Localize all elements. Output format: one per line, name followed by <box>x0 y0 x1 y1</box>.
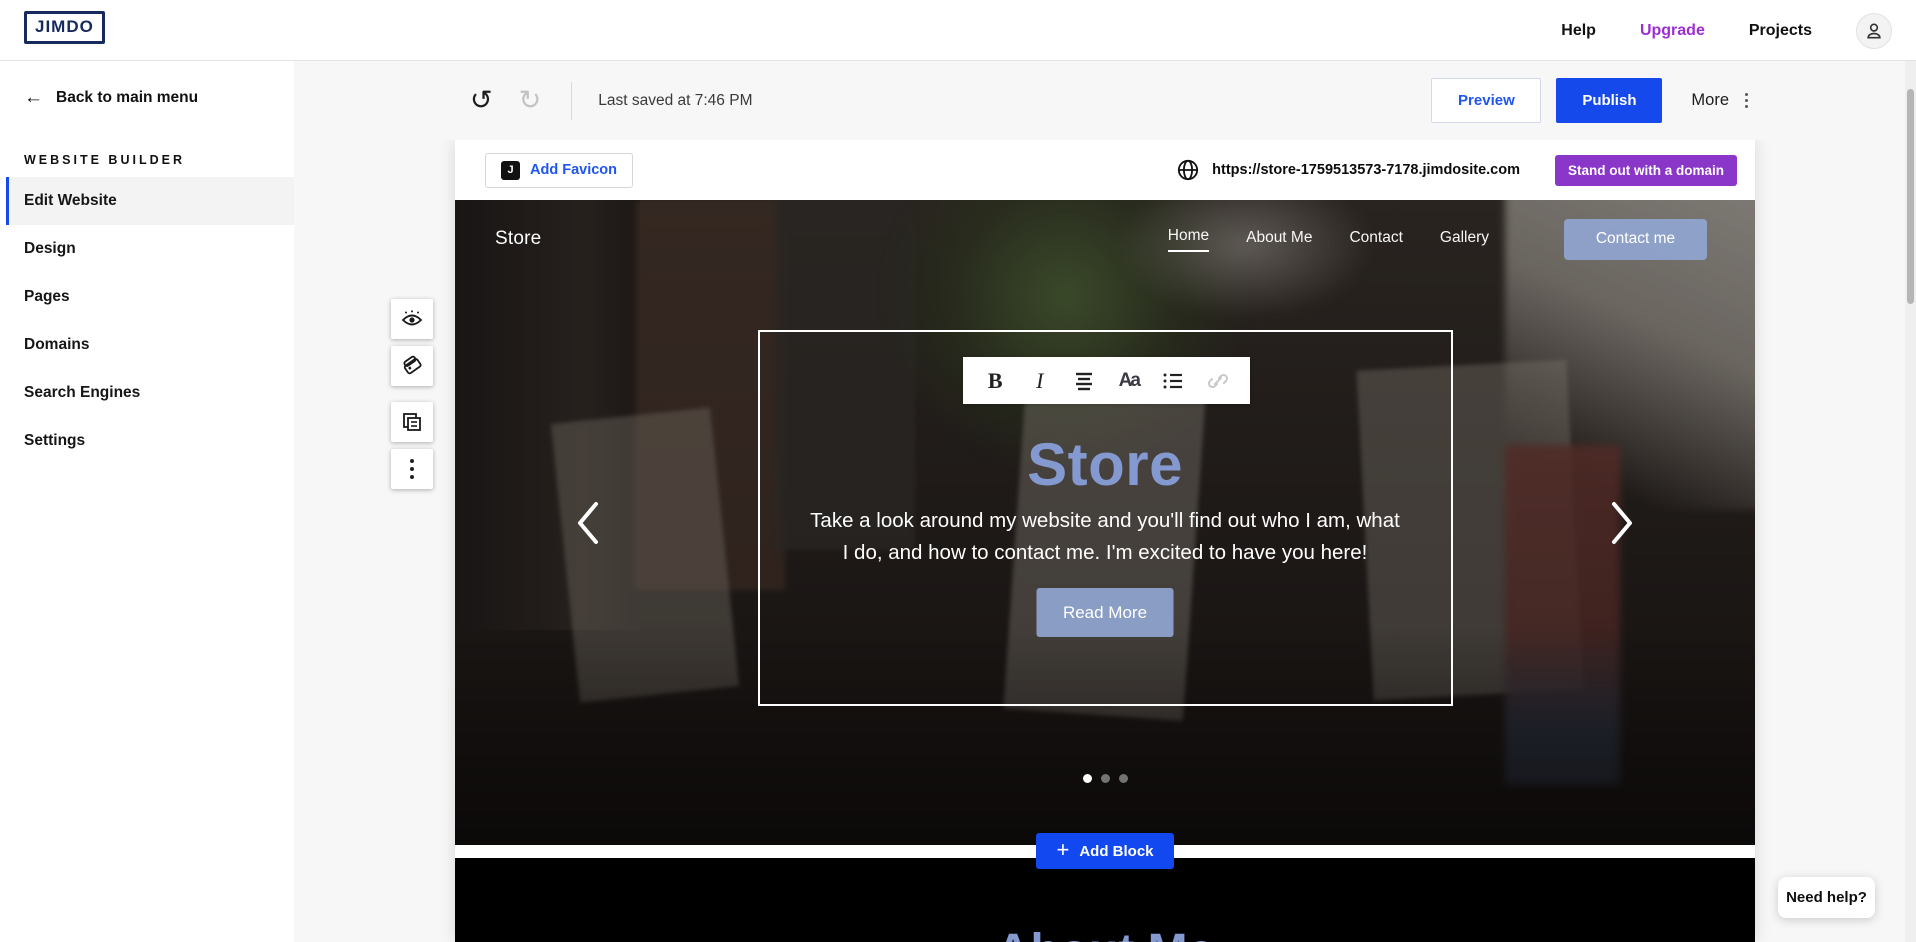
font-style-button[interactable]: Aa <box>1112 364 1146 398</box>
nav-link-contact[interactable]: Contact <box>1349 229 1402 249</box>
sidebar-item-search-engines[interactable]: Search Engines <box>0 369 294 417</box>
toolbar-divider <box>571 82 572 120</box>
site-url-row: https://store-1759513573-7178.jimdosite.… <box>1177 155 1737 186</box>
carousel-dots <box>455 774 1755 783</box>
site-nav: Store Home About Me Contact Gallery Cont… <box>455 200 1755 278</box>
about-me-section[interactable]: About Me <box>455 858 1755 942</box>
back-arrow-icon: ← <box>24 87 43 109</box>
nav-link-home[interactable]: Home <box>1168 227 1209 252</box>
text-format-toolbar: B I Aa <box>963 357 1250 404</box>
contact-me-button[interactable]: Contact me <box>1564 219 1707 260</box>
carousel-next-icon[interactable] <box>1609 500 1635 551</box>
site-brand[interactable]: Store <box>495 228 541 250</box>
eye-icon <box>400 307 424 331</box>
carousel-dot-3[interactable] <box>1119 774 1128 783</box>
kebab-icon <box>410 459 414 479</box>
sidebar-item-domains[interactable]: Domains <box>0 321 294 369</box>
editor-toolbar: ↺ ↻ Last saved at 7:46 PM Preview Publis… <box>294 61 1916 140</box>
sidebar-item-design[interactable]: Design <box>0 225 294 273</box>
sidebar-item-pages[interactable]: Pages <box>0 273 294 321</box>
block-more-options-button[interactable] <box>391 449 433 489</box>
design-swatches-icon <box>400 354 424 378</box>
add-favicon-button[interactable]: J Add Favicon <box>485 153 633 188</box>
bullet-list-icon <box>1162 372 1184 390</box>
projects-link[interactable]: Projects <box>1749 22 1812 40</box>
plus-icon: + <box>1056 839 1069 861</box>
preview-button[interactable]: Preview <box>1431 78 1541 123</box>
app-header: JIMDO Help Upgrade Projects <box>0 0 1916 61</box>
favicon-placeholder-icon: J <box>501 161 520 180</box>
account-avatar[interactable] <box>1856 13 1892 49</box>
toolbar-actions: Preview Publish More <box>1431 61 1748 140</box>
back-to-main-menu[interactable]: ← Back to main menu <box>0 61 294 109</box>
carousel-dot-1[interactable] <box>1083 774 1092 783</box>
block-design-button[interactable] <box>391 346 433 386</box>
list-button[interactable] <box>1156 364 1190 398</box>
align-center-icon <box>1073 371 1095 391</box>
scrollbar-thumb[interactable] <box>1907 89 1914 304</box>
undo-icon[interactable]: ↺ <box>470 87 493 114</box>
jimdo-logo[interactable]: JIMDO <box>24 11 105 44</box>
kebab-icon <box>1745 93 1748 108</box>
globe-icon <box>1177 159 1199 181</box>
page-scrollbar[interactable] <box>1905 61 1916 942</box>
jimdo-website-builder: JIMDO Help Upgrade Projects ← Back to ma… <box>0 0 1916 942</box>
need-help-button[interactable]: Need help? <box>1778 877 1875 918</box>
nav-link-about-me[interactable]: About Me <box>1246 229 1312 249</box>
sidebar: ← Back to main menu WEBSITE BUILDER Edit… <box>0 61 294 942</box>
site-nav-links: Home About Me Contact Gallery Contact me <box>1168 219 1707 260</box>
align-center-button[interactable] <box>1067 364 1101 398</box>
add-block-button[interactable]: + Add Block <box>1036 833 1174 869</box>
sidebar-item-edit-website[interactable]: Edit Website <box>6 177 294 225</box>
help-link[interactable]: Help <box>1561 22 1596 40</box>
about-me-heading: About Me <box>455 924 1755 942</box>
carousel-prev-icon[interactable] <box>575 500 601 551</box>
nav-link-gallery[interactable]: Gallery <box>1440 229 1489 249</box>
hide-block-button[interactable] <box>391 299 433 339</box>
site-topbar: J Add Favicon https://store-1759513573-7… <box>455 140 1755 200</box>
more-menu-button[interactable]: More <box>1691 91 1748 110</box>
domain-upsell-button[interactable]: Stand out with a domain <box>1555 155 1737 186</box>
sidebar-item-settings[interactable]: Settings <box>0 417 294 465</box>
last-saved-status: Last saved at 7:46 PM <box>598 92 752 110</box>
publish-button[interactable]: Publish <box>1556 78 1662 123</box>
site-url[interactable]: https://store-1759513573-7178.jimdosite.… <box>1212 162 1520 178</box>
duplicate-block-button[interactable] <box>391 402 433 442</box>
person-icon <box>1864 21 1884 41</box>
sidebar-section-title: WEBSITE BUILDER <box>0 109 294 177</box>
bold-button[interactable]: B <box>978 364 1012 398</box>
carousel-dot-2[interactable] <box>1101 774 1110 783</box>
link-button[interactable] <box>1201 364 1235 398</box>
undo-redo-group: ↺ ↻ Last saved at 7:46 PM <box>470 61 752 140</box>
upgrade-link[interactable]: Upgrade <box>1640 22 1705 40</box>
italic-button[interactable]: I <box>1023 364 1057 398</box>
duplicate-icon <box>400 410 424 434</box>
header-nav: Help Upgrade Projects <box>1561 0 1892 61</box>
link-icon <box>1206 369 1230 393</box>
redo-icon[interactable]: ↻ <box>519 87 542 114</box>
